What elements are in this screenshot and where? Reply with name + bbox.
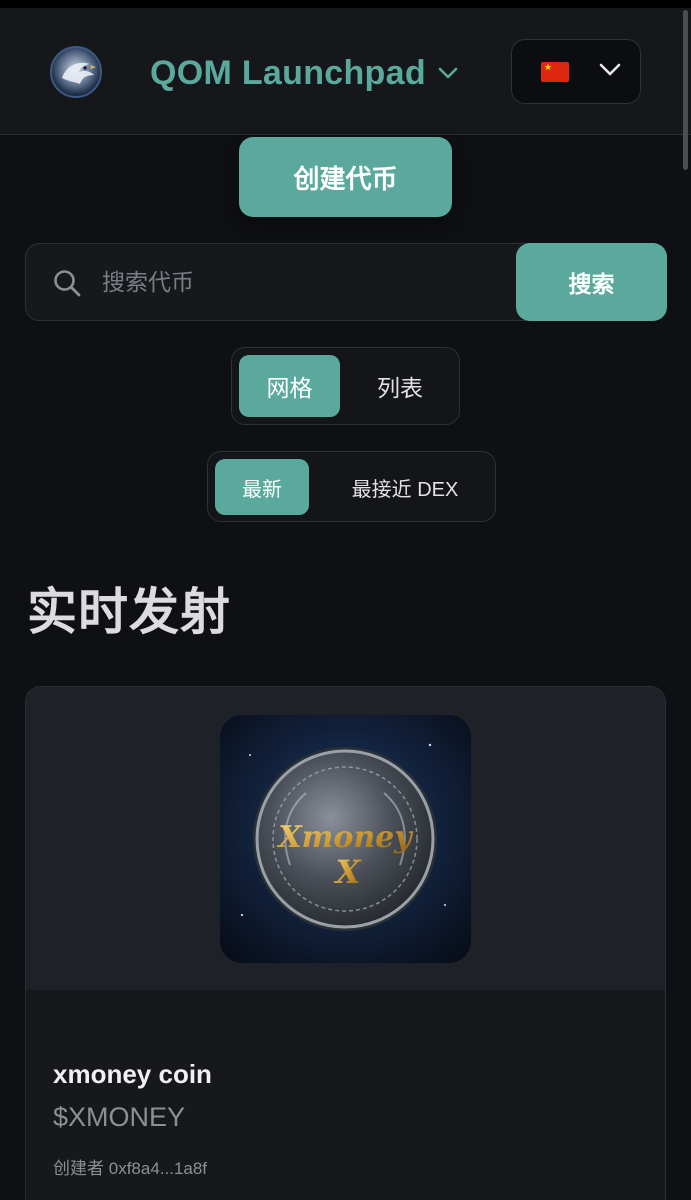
coin-text-xmoney: Xmoney <box>276 820 414 855</box>
language-selector[interactable]: ★ <box>511 39 641 104</box>
china-flag-icon: ★ <box>541 61 569 82</box>
eagle-logo-icon[interactable] <box>50 46 102 98</box>
section-title: 实时发射 <box>27 584 231 640</box>
create-token-button[interactable]: 创建代币 <box>239 137 452 217</box>
sort-newest-tab[interactable]: 最新 <box>215 459 309 515</box>
view-grid-tab[interactable]: 网格 <box>239 355 340 417</box>
sort-closest-dex-tab[interactable]: 最接近 DEX <box>320 459 490 515</box>
token-image[interactable]: Xmoney X <box>220 715 471 963</box>
page-scrollbar[interactable] <box>683 10 688 170</box>
status-strip <box>0 0 691 8</box>
chevron-down-icon <box>599 63 621 81</box>
creator-label: 创建者 <box>53 1159 104 1178</box>
sort-toggle: 最新 最接近 DEX <box>207 451 496 522</box>
app-header: QOM Launchpad ★ <box>0 8 691 135</box>
search-bar: 搜索 <box>25 243 667 321</box>
token-name: xmoney coin <box>53 1059 212 1089</box>
token-card-media: Xmoney X <box>26 687 665 990</box>
view-list-tab[interactable]: 列表 <box>350 355 450 417</box>
app-title-dropdown[interactable]: QOM Launchpad <box>150 53 458 93</box>
creator-address[interactable]: 0xf8a4...1a8f <box>109 1159 207 1178</box>
search-input[interactable] <box>102 254 502 310</box>
chevron-down-icon <box>438 66 458 84</box>
search-button[interactable]: 搜索 <box>516 243 667 321</box>
view-toggle: 网格 列表 <box>231 347 460 425</box>
token-creator: 创建者 0xf8a4...1a8f <box>53 1154 207 1179</box>
app-title: QOM Launchpad <box>150 53 426 92</box>
token-card[interactable]: Xmoney X xmoney coin $XMONEY 创建者 0xf8a4.… <box>25 686 666 1200</box>
coin-text-x: X <box>334 853 362 891</box>
search-icon <box>52 268 82 303</box>
token-symbol: $XMONEY <box>53 1102 186 1132</box>
